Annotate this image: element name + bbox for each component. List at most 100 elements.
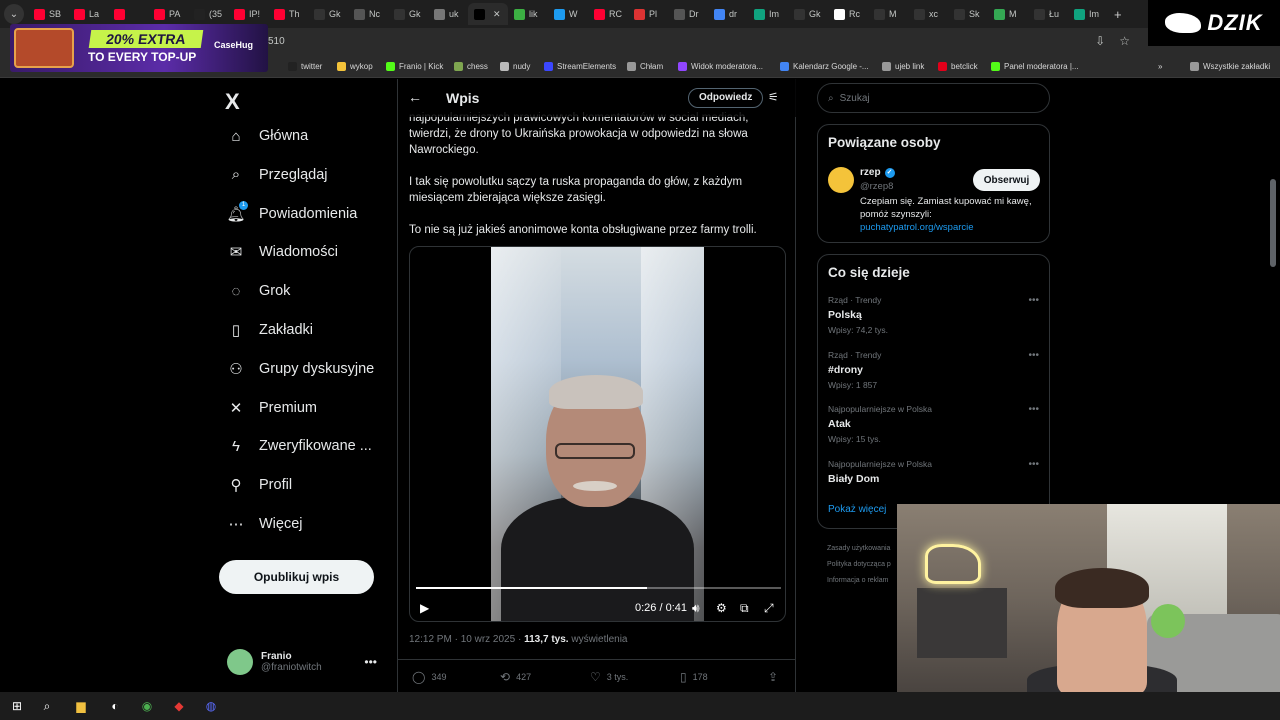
bookmarks-overflow-icon[interactable]: »	[1158, 62, 1162, 71]
video-frame[interactable]	[491, 247, 704, 621]
search-input[interactable]: ⌕ Szukaj	[817, 83, 1050, 113]
post-button[interactable]: Opublikuj wpis	[219, 560, 374, 594]
trend-item[interactable]: Rząd · Trendy Polską Wpisy: 74,2 tys. •••	[828, 295, 1043, 335]
browser-tab[interactable]: IP!	[228, 3, 268, 25]
trend-item[interactable]: Najpopularniejsze w Polska Atak Wpisy: 15 …	[828, 404, 1043, 444]
post-time[interactable]: 12:12 PM	[409, 634, 452, 645]
close-tab-icon[interactable]: ✕	[493, 9, 501, 20]
more-options-icon[interactable]: •••	[364, 655, 377, 669]
page-scrollbar[interactable]	[1270, 179, 1276, 267]
browser-tab[interactable]: La	[68, 3, 108, 25]
windows-start-icon[interactable]: ⊞	[8, 697, 26, 715]
browser-tab[interactable]: Łu	[1028, 3, 1068, 25]
app-icon[interactable]: ◆	[170, 697, 188, 715]
browser-tab[interactable]	[108, 3, 148, 25]
nav-item-9[interactable]: ⚲ Profil	[227, 476, 293, 494]
trend-more-icon[interactable]: •••	[1028, 459, 1039, 470]
nav-item-4[interactable]: ◌ Grok	[227, 282, 291, 300]
browser-tab[interactable]: Gk	[388, 3, 428, 25]
tab-search-chevron-icon[interactable]: ⌄	[4, 4, 24, 24]
picture-in-picture-icon[interactable]: ⧉	[740, 601, 749, 616]
trend-more-icon[interactable]: •••	[1028, 295, 1039, 306]
reply-button[interactable]: Odpowiedz	[688, 88, 764, 108]
bookmark-item[interactable]: betclick	[938, 62, 978, 71]
browser-tab[interactable]: Nc	[348, 3, 388, 25]
browser-tab[interactable]: SB	[28, 3, 68, 25]
browser-tab[interactable]: xc	[908, 3, 948, 25]
nav-item-0[interactable]: ⌂ Główna	[227, 127, 308, 145]
browser-tab[interactable]: Th	[268, 3, 308, 25]
video-progress-bar[interactable]	[416, 587, 781, 589]
bookmark-item[interactable]: ujeb link	[882, 62, 924, 71]
bookmark-item[interactable]: wykop	[337, 62, 373, 71]
browser-tab[interactable]: lik	[508, 3, 548, 25]
chrome-icon[interactable]: ◉	[138, 697, 156, 715]
post-date[interactable]: 10 wrz 2025	[461, 634, 515, 645]
like-action[interactable]: ♡ 3 tys.	[590, 670, 628, 684]
bookmark-action[interactable]: ▯ 178	[680, 670, 708, 684]
bookmark-item[interactable]: nudy	[500, 62, 530, 71]
avatar[interactable]	[828, 167, 854, 193]
browser-tab[interactable]: M	[988, 3, 1028, 25]
browser-tab[interactable]: Sk	[948, 3, 988, 25]
settings-gear-icon[interactable]: ⚙	[716, 601, 727, 615]
fullscreen-icon[interactable]: ⤢	[764, 601, 774, 616]
footer-link[interactable]: Informacja o reklam	[827, 573, 891, 589]
nav-item-7[interactable]: ✕ Premium	[227, 399, 317, 417]
new-tab-button[interactable]: +	[1108, 3, 1128, 25]
trend-more-icon[interactable]: •••	[1028, 404, 1039, 415]
bookmark-item[interactable]: Panel moderatora |...	[991, 62, 1079, 71]
nav-item-1[interactable]: ⌕ Przeglądaj	[227, 166, 328, 184]
bookmark-item[interactable]: StreamElements	[544, 62, 616, 71]
browser-tab[interactable]: Rc	[828, 3, 868, 25]
nav-item-10[interactable]: ⋯ Więcej	[227, 515, 303, 533]
x-logo-icon[interactable]: X	[225, 89, 240, 115]
app-icon[interactable]: ◍	[202, 697, 220, 715]
browser-tab[interactable]: Gk	[308, 3, 348, 25]
account-switcher[interactable]: Franio @franiotwitch •••	[227, 649, 387, 675]
bio-link[interactable]: puchatypatrol.org/wsparcie	[860, 222, 974, 233]
browser-tab[interactable]: Pl	[628, 3, 668, 25]
browser-tab[interactable]: ✕	[468, 3, 508, 25]
footer-link[interactable]: Polityka dotycząca p	[827, 557, 891, 573]
bookmark-item[interactable]: Franio | Kick	[386, 62, 443, 71]
bookmark-item[interactable]: twitter	[288, 62, 322, 71]
trend-item[interactable]: Najpopularniejsze w Polska Biały Dom •••	[828, 459, 1043, 489]
repost-action[interactable]: ⟲ 427	[500, 670, 531, 684]
footer-link[interactable]: Zasady użytkowania	[827, 541, 891, 557]
install-app-icon[interactable]: ⇩	[1095, 34, 1105, 48]
browser-tab[interactable]: Im	[748, 3, 788, 25]
play-icon[interactable]: ▶	[420, 601, 429, 615]
browser-tab[interactable]: dr	[708, 3, 748, 25]
follow-button[interactable]: Obserwuj	[973, 169, 1040, 191]
sliders-icon[interactable]: ⚟	[768, 90, 779, 104]
search-icon[interactable]: ⌕	[38, 697, 56, 715]
browser-tab[interactable]: PA	[148, 3, 188, 25]
nav-item-6[interactable]: ⚇ Grupy dyskusyjne	[227, 360, 374, 378]
bookmark-item[interactable]: Widok moderatora...	[678, 62, 763, 71]
browser-tab[interactable]: Gk	[788, 3, 828, 25]
trend-more-icon[interactable]: •••	[1028, 350, 1039, 361]
browser-tab[interactable]: W	[548, 3, 588, 25]
share-action[interactable]: ⇪	[768, 670, 778, 684]
video-player[interactable]: ▶ 0:26 / 0:41 🔊︎ ⚙ ⧉ ⤢	[409, 246, 786, 622]
browser-tab[interactable]: (35	[188, 3, 228, 25]
bookmark-item[interactable]: chess	[454, 62, 488, 71]
nav-item-5[interactable]: ▯ Zakładki	[227, 321, 313, 339]
show-more-link[interactable]: Pokaż więcej	[828, 504, 886, 515]
file-explorer-icon[interactable]: ▆	[72, 697, 90, 715]
browser-tab[interactable]: Im	[1068, 3, 1108, 25]
back-arrow-icon[interactable]: ←	[408, 89, 422, 105]
nav-item-8[interactable]: ϟ Zweryfikowane ...	[227, 437, 372, 455]
bookmark-star-icon[interactable]: ☆	[1119, 34, 1130, 48]
trend-item[interactable]: Rząd · Trendy #drony Wpisy: 1 857 •••	[828, 350, 1043, 390]
nav-item-3[interactable]: ✉ Wiadomości	[227, 243, 338, 261]
browser-tab[interactable]: RC	[588, 3, 628, 25]
casehug-promo-banner[interactable]: 20% EXTRA TO EVERY TOP-UP CaseHug	[10, 24, 268, 72]
browser-tab[interactable]: Dr	[668, 3, 708, 25]
browser-tab[interactable]: uk	[428, 3, 468, 25]
reply-action[interactable]: ◯ 349	[412, 670, 446, 684]
bookmark-item[interactable]: Chłam	[627, 62, 663, 71]
nav-item-2[interactable]: 🔔︎ 1 Powiadomienia	[226, 200, 357, 223]
bookmark-item[interactable]: Kalendarz Google -...	[780, 62, 869, 71]
